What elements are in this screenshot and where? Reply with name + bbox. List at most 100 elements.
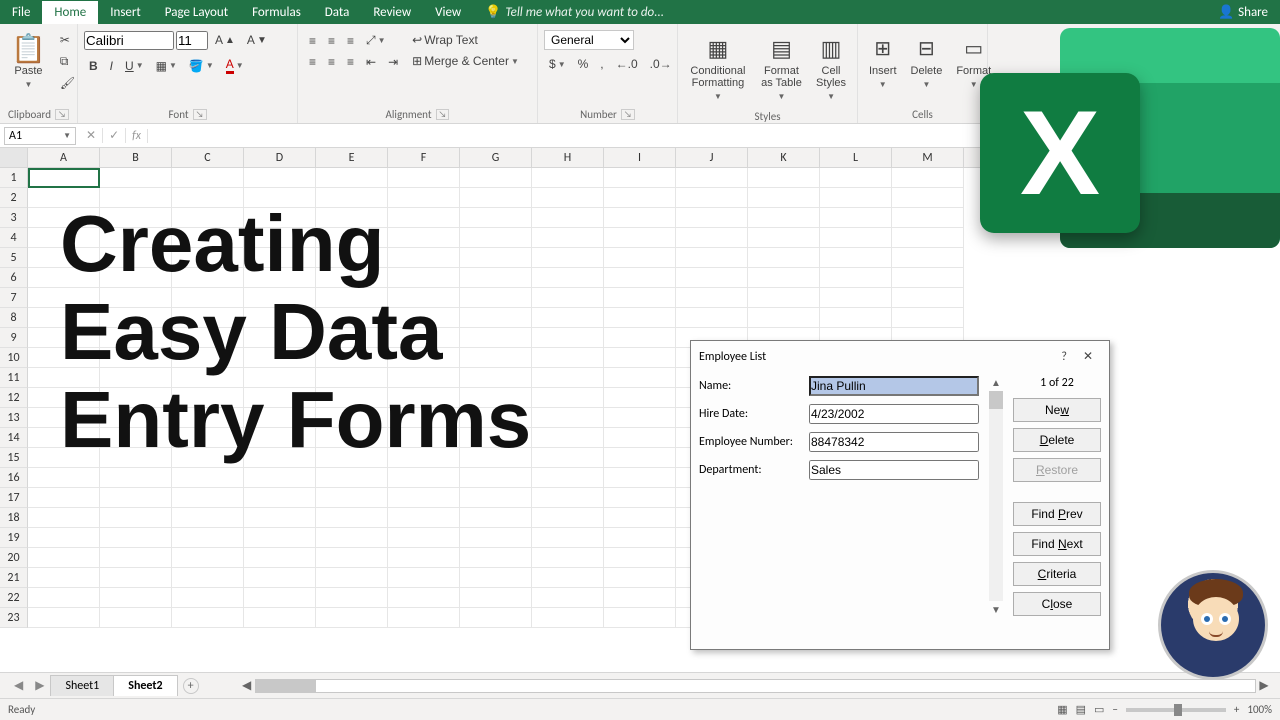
cell-E13[interactable] (316, 408, 388, 428)
cell-M7[interactable] (892, 288, 964, 308)
scroll-thumb[interactable] (256, 680, 316, 692)
cell-I16[interactable] (604, 468, 676, 488)
cell-D1[interactable] (244, 168, 316, 188)
cell-E20[interactable] (316, 548, 388, 568)
cell-H21[interactable] (532, 568, 604, 588)
cell-F18[interactable] (388, 508, 460, 528)
cell-A15[interactable] (28, 448, 100, 468)
cell-B13[interactable] (100, 408, 172, 428)
cell-E1[interactable] (316, 168, 388, 188)
record-scrollbar[interactable]: ▲ ▼ (987, 376, 1005, 616)
cell-F22[interactable] (388, 588, 460, 608)
cell-A10[interactable] (28, 348, 100, 368)
decrease-font-button[interactable]: A▼ (242, 30, 272, 50)
cell-F17[interactable] (388, 488, 460, 508)
cell-E12[interactable] (316, 388, 388, 408)
cell-D8[interactable] (244, 308, 316, 328)
cell-G17[interactable] (460, 488, 532, 508)
cell-K2[interactable] (748, 188, 820, 208)
cell-C11[interactable] (172, 368, 244, 388)
cell-F23[interactable] (388, 608, 460, 628)
cell-H10[interactable] (532, 348, 604, 368)
cell-G18[interactable] (460, 508, 532, 528)
cell-E18[interactable] (316, 508, 388, 528)
cell-B9[interactable] (100, 328, 172, 348)
increase-decimal-button[interactable]: ←.0 (611, 54, 643, 74)
row-header-3[interactable]: 3 (0, 208, 28, 228)
cell-I1[interactable] (604, 168, 676, 188)
cell-F11[interactable] (388, 368, 460, 388)
format-painter-button[interactable]: 🖌 (55, 73, 80, 93)
cell-I2[interactable] (604, 188, 676, 208)
cell-L7[interactable] (820, 288, 892, 308)
row-header-12[interactable]: 12 (0, 388, 28, 408)
cell-H5[interactable] (532, 248, 604, 268)
cell-M6[interactable] (892, 268, 964, 288)
name-box[interactable]: A1▼ (4, 127, 76, 145)
cell-B17[interactable] (100, 488, 172, 508)
dialog-launcher-icon[interactable]: ↘ (621, 109, 635, 120)
cell-H1[interactable] (532, 168, 604, 188)
insert-cells-button[interactable]: ⊞Insert▼ (864, 30, 902, 96)
cell-E22[interactable] (316, 588, 388, 608)
col-header-I[interactable]: I (604, 148, 676, 167)
cell-D16[interactable] (244, 468, 316, 488)
wrap-text-button[interactable]: ↩Wrap Text (407, 30, 524, 50)
cell-D15[interactable] (244, 448, 316, 468)
cell-C5[interactable] (172, 248, 244, 268)
cell-C4[interactable] (172, 228, 244, 248)
cell-C3[interactable] (172, 208, 244, 228)
cell-D4[interactable] (244, 228, 316, 248)
cell-D6[interactable] (244, 268, 316, 288)
currency-button[interactable]: $▼ (544, 54, 571, 74)
cell-G4[interactable] (460, 228, 532, 248)
cell-G20[interactable] (460, 548, 532, 568)
cell-H23[interactable] (532, 608, 604, 628)
cell-C12[interactable] (172, 388, 244, 408)
cell-B15[interactable] (100, 448, 172, 468)
row-header-4[interactable]: 4 (0, 228, 28, 248)
cell-A22[interactable] (28, 588, 100, 608)
cell-H15[interactable] (532, 448, 604, 468)
find-prev-button[interactable]: Find Prev (1013, 502, 1101, 526)
cell-G16[interactable] (460, 468, 532, 488)
copy-button[interactable]: ⧉ (55, 51, 80, 72)
row-header-6[interactable]: 6 (0, 268, 28, 288)
cell-B21[interactable] (100, 568, 172, 588)
row-header-9[interactable]: 9 (0, 328, 28, 348)
cell-F4[interactable] (388, 228, 460, 248)
view-normal-button[interactable]: ▦ (1057, 703, 1067, 716)
cell-E6[interactable] (316, 268, 388, 288)
comma-button[interactable]: , (595, 54, 608, 74)
cell-F8[interactable] (388, 308, 460, 328)
align-bottom-button[interactable]: ≡ (342, 31, 359, 51)
decrease-decimal-button[interactable]: .0→ (645, 54, 677, 74)
row-header-23[interactable]: 23 (0, 608, 28, 628)
cell-J8[interactable] (676, 308, 748, 328)
cell-A9[interactable] (28, 328, 100, 348)
cell-G7[interactable] (460, 288, 532, 308)
cell-K4[interactable] (748, 228, 820, 248)
cell-B22[interactable] (100, 588, 172, 608)
decrease-indent-button[interactable]: ⇤ (361, 52, 381, 72)
tab-insert[interactable]: Insert (98, 1, 153, 24)
sheet-nav-prev[interactable]: ◀ (8, 678, 29, 693)
cell-A8[interactable] (28, 308, 100, 328)
cell-H14[interactable] (532, 428, 604, 448)
row-header-22[interactable]: 22 (0, 588, 28, 608)
cell-G14[interactable] (460, 428, 532, 448)
zoom-in-button[interactable]: + (1234, 703, 1239, 716)
cell-B3[interactable] (100, 208, 172, 228)
cell-C20[interactable] (172, 548, 244, 568)
fill-color-button[interactable]: 🪣▼ (184, 56, 219, 76)
cell-E15[interactable] (316, 448, 388, 468)
cell-C2[interactable] (172, 188, 244, 208)
cell-I17[interactable] (604, 488, 676, 508)
cell-E11[interactable] (316, 368, 388, 388)
cell-I8[interactable] (604, 308, 676, 328)
cell-F9[interactable] (388, 328, 460, 348)
cell-I14[interactable] (604, 428, 676, 448)
cell-G1[interactable] (460, 168, 532, 188)
tab-formulas[interactable]: Formulas (240, 1, 313, 24)
zoom-out-button[interactable]: − (1112, 703, 1117, 716)
